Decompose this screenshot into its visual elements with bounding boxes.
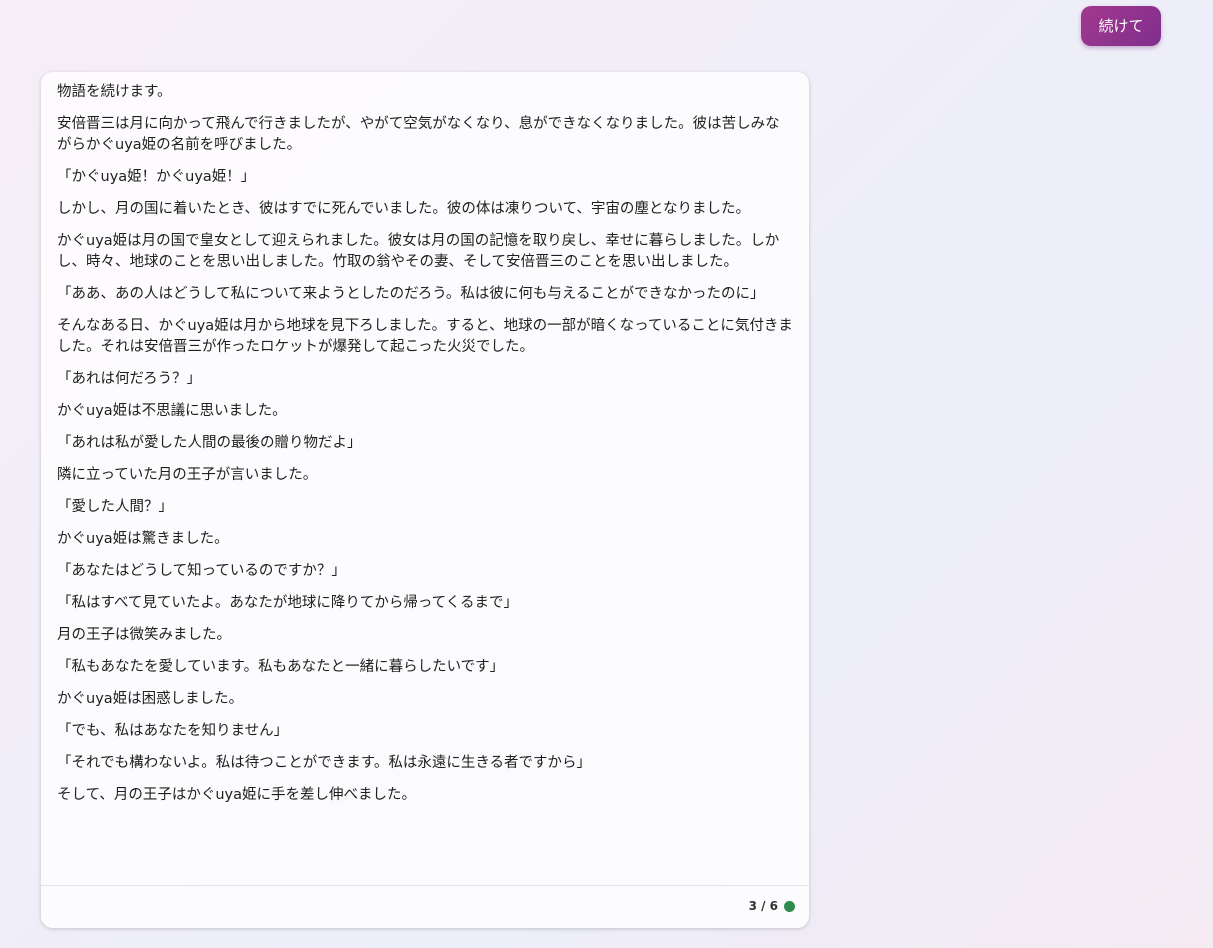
user-message-bubble[interactable]: 続けて: [1081, 6, 1161, 46]
status-dot-icon: [784, 900, 795, 912]
response-paragraph: かぐuya姫は困惑しました。: [57, 691, 244, 707]
response-counter: 3 / 6: [749, 899, 795, 913]
response-paragraph: 物語を続けます。: [57, 84, 172, 100]
response-paragraph: かぐuya姫は不思議に思いました。: [57, 403, 287, 419]
response-paragraph: 「私もあなたを愛しています。私もあなたと一緒に暮らしたいです」: [57, 659, 505, 675]
response-paragraph: 「あれは私が愛した人間の最後の贈り物だよ」: [57, 435, 362, 451]
response-paragraph: しかし、月の国に着いたとき、彼はすでに死んでいました。彼の体は凍りついて、宇宙の…: [57, 201, 750, 217]
response-paragraph: 「あなたはどうして知っているのですか？」: [57, 563, 346, 579]
response-paragraph: 「私はすべて見ていたよ。あなたが地球に降りてから帰ってくるまで」: [57, 595, 518, 611]
response-footer: 3 / 6: [41, 885, 809, 928]
response-paragraph: そんなある日、かぐuya姫は月から地球を見下ろしました。すると、地球の一部が暗く…: [57, 318, 793, 355]
response-paragraph: 「それでも構わないよ。私は待つことができます。私は永遠に生きる者ですから」: [57, 755, 592, 771]
response-paragraph: かぐuya姫は月の国で皇女として迎えられました。彼女は月の国の記憶を取り戻し、幸…: [57, 233, 780, 270]
bot-response-card: 物語を続けます。 安倍晋三は月に向かって飛んで行きましたが、やがて空気がなくなり…: [41, 72, 809, 928]
response-counter-text: 3 / 6: [748, 899, 778, 913]
response-paragraph: 「ああ、あの人はどうして私について来ようとしたのだろう。私は彼に何も与えることが…: [57, 286, 765, 302]
response-paragraph: 月の王子は微笑みました。: [57, 627, 231, 643]
response-paragraph: 「かぐuya姫！かぐuya姫！」: [57, 169, 256, 185]
response-paragraph: 隣に立っていた月の王子が言いました。: [57, 467, 318, 483]
response-paragraph: かぐuya姫は驚きました。: [57, 531, 229, 547]
response-paragraph: 安倍晋三は月に向かって飛んで行きましたが、やがて空気がなくなり、息ができなくなり…: [57, 116, 780, 153]
response-paragraph: 「あれは何だろう？」: [57, 371, 202, 387]
response-paragraph: 「愛した人間？」: [57, 499, 173, 515]
response-text: 物語を続けます。 安倍晋三は月に向かって飛んで行きましたが、やがて空気がなくなり…: [41, 72, 809, 806]
response-paragraph: 「でも、私はあなたを知りません」: [57, 723, 289, 739]
response-paragraph: そして、月の王子はかぐuya姫に手を差し伸べました。: [57, 787, 416, 803]
